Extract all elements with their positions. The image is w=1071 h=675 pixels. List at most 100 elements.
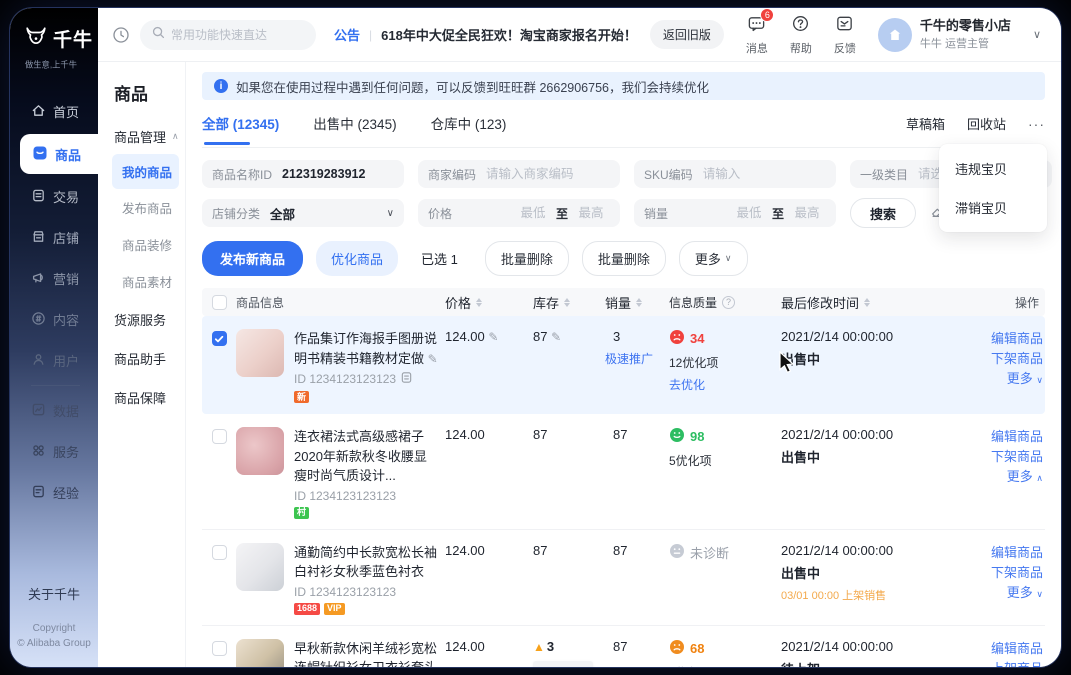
sort-icon[interactable] [636,298,642,307]
product-title[interactable]: 作品集订作海报手图册说明书精装书籍教材定做 ✎ [294,329,439,368]
select-all-checkbox[interactable] [212,295,227,310]
more-link[interactable]: 更多 ∨ [959,583,1043,603]
quick-search[interactable] [140,20,316,50]
product-image[interactable] [236,427,284,475]
sidebar-item-content[interactable]: 内容 [10,299,98,340]
dropdown-item-slow-selling-goods[interactable]: 滞销宝贝 [939,188,1047,227]
ops-cell: 编辑商品 下架商品 更多 ∧ [959,427,1045,519]
row-checkbox[interactable] [212,429,227,444]
edit-product-link[interactable]: 编辑商品 [959,427,1043,447]
sidebar-item-trade[interactable]: 交易 [10,176,98,217]
edit-pencil-icon[interactable]: ✎ [551,330,561,344]
tab-on-sale[interactable]: 出售中 (2345) [313,113,396,145]
chevron-down-icon[interactable]: ∨ [1033,28,1041,41]
edit-product-link[interactable]: 编辑商品 [959,329,1043,349]
copy-icon[interactable] [400,371,413,387]
sidebar-item-experience[interactable]: 经验 [10,472,98,513]
sidenav-item-goods-decoration[interactable]: 商品装修 [98,226,185,263]
product-title[interactable]: 通勤简约中长款宽松长袖白衬衫女秋季蓝色衬衣 [294,543,439,582]
sort-icon[interactable] [564,298,570,307]
product-image[interactable] [236,329,284,377]
home-icon [31,103,46,121]
drafts-link[interactable]: 草稿箱 [906,114,945,133]
recycle-bin-link[interactable]: 回收站 [967,114,1006,133]
edit-pencil-icon[interactable]: ✎ [428,352,438,366]
price-min-input[interactable] [514,206,552,220]
help-button[interactable]: 帮助 [790,14,812,56]
sales-cell: 3 极速推广 [605,329,669,403]
messages-button[interactable]: 6 消息 [746,14,768,56]
filter-sku-code[interactable]: SKU编码 [634,160,836,188]
table-row[interactable]: 早秋新款休闲羊绒衫宽松连帽针织衫女卫衣衫套头女士毛衣百搭打底 ID 123412… [202,626,1045,668]
row-checkbox[interactable] [212,641,227,656]
sidebar-item-marketing[interactable]: 营销 [10,258,98,299]
table-row[interactable]: 作品集订作海报手图册说明书精装书籍教材定做 ✎ ID 1234123123123… [202,316,1045,414]
back-to-old-version-button[interactable]: 返回旧版 [650,20,724,49]
product-title[interactable]: 连衣裙法式高级感裙子2020年新款秋冬收腰显瘦时尚气质设计... [294,427,439,486]
delist-product-link[interactable]: 下架商品 [959,349,1043,369]
sidebar-item-data[interactable]: 数据 [10,390,98,431]
sku-code-input[interactable] [703,167,826,181]
filter-shop-category[interactable]: 店铺分类 全部 ∨ [202,199,404,227]
table-row[interactable]: 连衣裙法式高级感裙子2020年新款秋冬收腰显瘦时尚气质设计... ID 1234… [202,414,1045,530]
sidenav-item-my-goods[interactable]: 我的商品 [112,154,179,189]
price-max-input[interactable] [572,206,610,220]
sidenav-item-goods-assistant[interactable]: 商品助手 [98,339,185,378]
tab-in-warehouse[interactable]: 仓库中 (123) [431,113,507,145]
optimize-products-button[interactable]: 优化商品 [316,241,398,276]
row-checkbox[interactable] [212,545,227,560]
sort-icon[interactable] [864,298,870,307]
more-actions-button[interactable]: 更多 ∨ [679,241,748,276]
sidebar-item-users[interactable]: 用户 [10,340,98,381]
more-link[interactable]: 更多 ∨ [959,369,1043,389]
modified-cell: 2021/2/14 00:00:00 待上架 [781,639,959,668]
product-name-id-input[interactable] [282,167,394,181]
dropdown-item-violation-goods[interactable]: 违规宝贝 [939,149,1047,188]
search-input[interactable] [171,28,304,42]
announcement-text[interactable]: 618年中大促全民狂欢！淘宝商家报名开始！ [381,25,637,44]
filter-price-range[interactable]: 价格 至 [418,199,620,227]
filter-sales-range[interactable]: 销量 至 [634,199,836,227]
sidebar-item-services[interactable]: 服务 [10,431,98,472]
merchant-code-input[interactable] [486,167,610,181]
sidenav-item-goods-guarantee[interactable]: 商品保障 [98,378,185,417]
sidenav-item-supply-service[interactable]: 货源服务 [98,300,185,339]
filter-product-name-id[interactable]: 商品名称ID [202,160,404,188]
announcement-label[interactable]: 公告 [334,25,360,44]
search-button[interactable]: 搜索 [850,198,916,228]
feedback-button[interactable]: 反馈 [834,14,856,56]
sidebar-item-home[interactable]: 首页 [10,91,98,132]
account-menu[interactable]: 千牛的零售小店 牛牛 运营主管 [878,18,1011,52]
speed-promote-link[interactable]: 极速推广 [605,350,653,367]
edit-product-link[interactable]: 编辑商品 [959,543,1043,563]
help-circle-icon[interactable]: ? [722,296,735,309]
sidebar-item-goods[interactable]: 商品 [20,134,98,174]
history-icon[interactable] [112,26,130,44]
edit-product-link[interactable]: 编辑商品 [959,639,1043,659]
sidenav-group-goods-management[interactable]: 商品管理 ∧ [98,119,185,154]
publish-new-product-button[interactable]: 发布新商品 [202,241,303,276]
edit-pencil-icon[interactable]: ✎ [488,330,498,344]
more-dots-icon[interactable]: ··· [1028,116,1045,132]
go-optimize-link[interactable]: 去优化 [669,376,781,393]
delist-product-link[interactable]: 下架商品 [959,447,1043,467]
batch-delete-button[interactable]: 批量删除 [485,241,569,276]
sales-max-input[interactable] [788,206,826,220]
batch-delete-button-2[interactable]: 批量删除 [582,241,666,276]
list-product-link[interactable]: 上架商品 [959,659,1043,667]
sidenav-item-publish-goods[interactable]: 发布商品 [98,189,185,226]
table-row[interactable]: 通勤简约中长款宽松长袖白衬衫女秋季蓝色衬衣 ID 1234123123123 1… [202,530,1045,626]
product-image[interactable] [236,639,284,668]
filter-merchant-code[interactable]: 商家编码 [418,160,620,188]
more-link[interactable]: 更多 ∧ [959,467,1043,487]
sidenav-item-goods-material[interactable]: 商品素材 [98,263,185,300]
sidebar-item-shop[interactable]: 店铺 [10,217,98,258]
sales-min-input[interactable] [730,206,768,220]
sort-icon[interactable] [476,298,482,307]
product-title[interactable]: 早秋新款休闲羊绒衫宽松连帽针织衫女卫衣衫套头女士毛衣百搭打底 [294,639,439,668]
tab-all[interactable]: 全部 (12345) [202,113,279,145]
row-checkbox[interactable] [212,331,227,346]
delist-product-link[interactable]: 下架商品 [959,563,1043,583]
product-image[interactable] [236,543,284,591]
about-qianniu-link[interactable]: 关于千牛 [10,584,98,603]
